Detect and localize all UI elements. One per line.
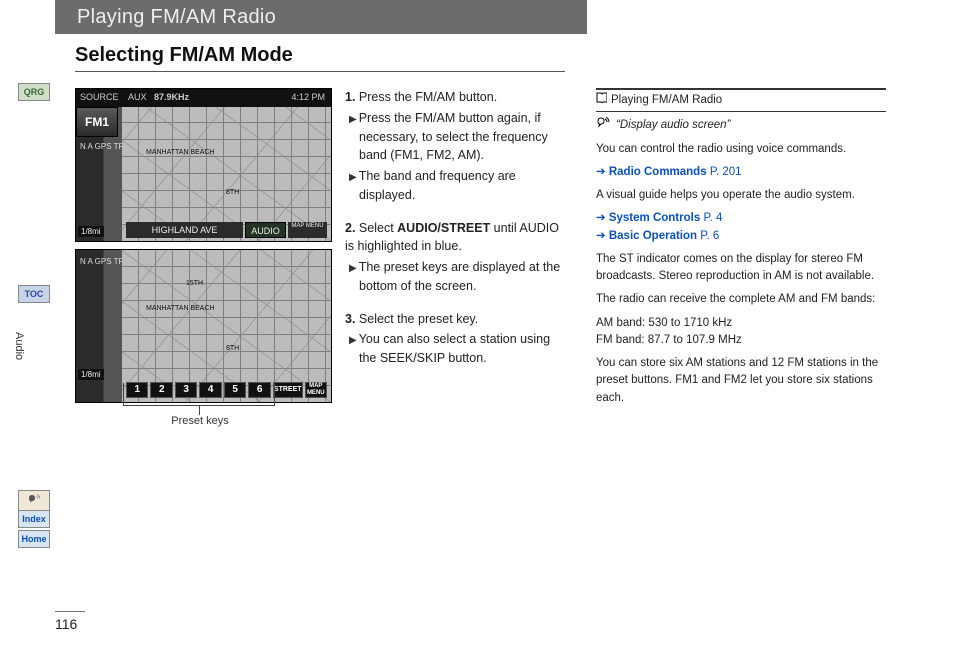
shot2-8th: 8TH [226,345,239,352]
tab-home[interactable]: Home [18,530,50,548]
step-2-bold: AUDIO/STREET [397,221,490,235]
step-1-sub1: ▶Press the FM/AM button again, if necess… [345,109,569,165]
link-system-controls-page: P. 4 [703,212,722,224]
triangle-icon: ▶ [349,263,357,274]
link-arrow-icon: ➔ [596,166,606,178]
shot1-street-8th: 8TH [226,189,239,196]
shot1-aux: AUX [128,92,147,102]
step-1-num: 1. [345,90,355,104]
preset-bracket [123,383,275,406]
screenshot-presets: N A GPS TRF MANHATTAN BEACH 15TH 8TH 1/8… [75,249,332,403]
info-p5: AM band: 530 to 1710 kHz [596,315,886,332]
triangle-icon: ▶ [349,172,357,183]
tab-index[interactable]: Index [18,510,50,528]
section-label: Audio [13,332,25,360]
shot2-street-btn: STREET [273,382,303,398]
info-p6: FM band: 87.7 to 107.9 MHz [596,332,886,349]
link-arrow-icon: ➔ [596,230,606,242]
shot1-clock: 4:12 PM [291,92,325,102]
link-system-controls[interactable]: System Controls [609,212,700,224]
preset-keys-label: Preset keys [130,415,270,427]
voice-command-text: “Display audio screen” [616,117,730,134]
shot1-freq: 87.9KHz [154,92,189,102]
step-1-text: Press the FM/AM button. [359,90,497,104]
section-heading: Selecting FM/AM Mode [75,44,565,72]
step-3-sub1: ▶You can also select a station using the… [345,330,569,368]
link-arrow-icon: ➔ [596,212,606,224]
link-radio-commands-page: P. 201 [710,166,742,178]
info-p7: You can store six AM stations and 12 FM … [596,355,886,407]
link-basic-operation-page: P. 6 [700,230,719,242]
info-p1: You can control the radio using voice co… [596,141,886,158]
shot2-city: MANHATTAN BEACH [146,305,215,312]
triangle-icon: ▶ [349,114,357,125]
tab-toc[interactable]: TOC [18,285,50,303]
shot1-scale: 1/8mi [78,226,104,237]
triangle-icon: ▶ [349,335,357,346]
info-p4: The radio can receive the complete AM an… [596,291,886,308]
page-header: Playing FM/AM Radio [55,0,587,34]
link-radio-commands[interactable]: Radio Commands [609,166,707,178]
shot1-audio-btn: AUDIO [245,222,286,238]
page-number: 116 [55,611,85,632]
link-basic-operation[interactable]: Basic Operation [609,230,697,242]
step-3: 3. Select the preset key. ▶You can also … [345,310,569,368]
info-p2: A visual guide helps you operate the aud… [596,187,886,204]
step-2-pre: Select [359,221,397,235]
note-icon [596,92,607,109]
shot2-mapmenu: MAP MENU [305,382,327,398]
shot1-source: SOURCE [80,92,119,102]
info-title: Playing FM/AM Radio [611,92,722,109]
shot1-band: FM1 [76,107,118,137]
shot1-mapmenu: MAP MENU [288,222,327,238]
voice-icon [596,116,610,134]
tab-voice[interactable] [18,490,50,512]
step-2: 2. Select AUDIO/STREET until AUDIO is hi… [345,219,569,296]
screenshot-fm-band: SOURCE AUX 87.9KHz 4:12 PM FM1 N A GPS T… [75,88,332,242]
voice-icon [27,494,41,504]
instruction-list: 1. Press the FM/AM button. ▶Press the FM… [345,88,569,382]
step-2-sub1: ▶The preset keys are displayed at the bo… [345,258,569,296]
shot1-city: MANHATTAN BEACH [146,149,215,156]
tab-qrg[interactable]: QRG [18,83,50,101]
step-1: 1. Press the FM/AM button. ▶Press the FM… [345,88,569,205]
step-3-num: 3. [345,312,355,326]
step-1-sub2: ▶The band and frequency are displayed. [345,167,569,205]
step-3-text: Select the preset key. [359,312,478,326]
info-p3: The ST indicator comes on the display fo… [596,251,886,286]
info-panel: Playing FM/AM Radio “Display audio scree… [596,88,886,413]
shot2-scale: 1/8mi [78,369,104,380]
step-2-num: 2. [345,221,355,235]
shot1-street-highland: HIGHLAND AVE [126,222,243,238]
shot2-15th: 15TH [186,280,203,287]
